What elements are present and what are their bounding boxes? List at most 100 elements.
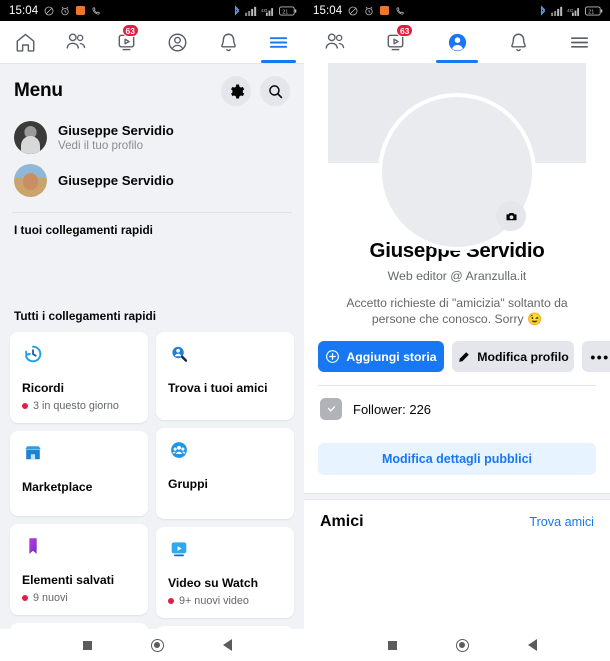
- status-bar-left-group: 15:04: [313, 5, 405, 17]
- recents-square-icon[interactable]: [82, 640, 92, 650]
- watch-badge: 63: [121, 24, 140, 37]
- home-circle-icon[interactable]: [150, 638, 164, 652]
- page-account-name: Giuseppe Servidio: [58, 173, 174, 188]
- status-bar-right: 15:04 4G 21: [304, 0, 610, 21]
- card-subtitle: 9 nuovi: [22, 592, 137, 604]
- svg-text:21: 21: [282, 9, 288, 15]
- profile-row[interactable]: Giuseppe Servidio Vedi il tuo profilo: [0, 116, 304, 162]
- alarm-icon: [365, 6, 373, 15]
- nav-watch-button[interactable]: 63: [365, 21, 426, 63]
- search-button[interactable]: [260, 76, 290, 106]
- camera-icon: [506, 212, 516, 220]
- left-phone-screen: 15:04 4G 21 63 Menu Giuseppe Servidio Ve…: [0, 0, 304, 661]
- follower-row[interactable]: Follower: 226: [304, 386, 610, 420]
- card-title: Gruppi: [168, 477, 208, 491]
- profile-job: Web editor @ Aranzulla.it: [387, 269, 527, 283]
- friends-icon: [66, 33, 86, 49]
- card-marketplace[interactable]: Marketplace: [10, 431, 148, 516]
- nav-notifications-button[interactable]: [488, 21, 549, 63]
- watch-video-icon: [168, 538, 283, 560]
- shortcut-cards-grid: Ricordi 3 in questo giorno Marketplace E…: [0, 323, 304, 629]
- signal-2-icon: 4G: [567, 7, 580, 16]
- nav-watch-button[interactable]: 63: [101, 21, 152, 63]
- edit-public-details-button[interactable]: Modifica dettagli pubblici: [318, 443, 596, 475]
- section-your-shortcuts: I tuoi collegamenti rapidi: [14, 223, 153, 237]
- card-ricordi[interactable]: Ricordi 3 in questo giorno: [10, 332, 148, 423]
- status-bar-left: 15:04 4G 21: [0, 0, 304, 21]
- friends-icon: [325, 33, 344, 49]
- card-trova-amici[interactable]: Trova i tuoi amici: [156, 332, 294, 420]
- profile-content: Giuseppe Servidio Web editor @ Aranzulla…: [304, 63, 610, 629]
- back-triangle-icon[interactable]: [527, 639, 537, 651]
- nav-notifications-button[interactable]: [203, 21, 254, 63]
- nav-menu-button[interactable]: [549, 21, 610, 63]
- nav-profile-button[interactable]: [152, 21, 203, 63]
- hamburger-icon: [570, 36, 588, 48]
- signal-2-icon: 4G: [261, 7, 274, 16]
- add-story-button[interactable]: Aggiungi storia: [318, 341, 444, 372]
- call-icon: [396, 6, 405, 15]
- groups-icon: [168, 439, 283, 461]
- red-dot-icon: [22, 403, 28, 409]
- card-elementi-salvati[interactable]: Elementi salvati 9 nuovi: [10, 524, 148, 615]
- shortcuts-empty-area: [0, 237, 304, 299]
- battery-icon: 21: [279, 5, 297, 16]
- avatar: [14, 164, 47, 197]
- page-title: Menu: [14, 80, 63, 101]
- plus-circle-icon: [326, 350, 340, 363]
- nav-profile-button[interactable]: [426, 21, 487, 63]
- card-title: Ricordi: [22, 381, 64, 395]
- card-gruppi[interactable]: Gruppi: [156, 428, 294, 519]
- facebook-top-nav-right: 63: [304, 21, 610, 63]
- mute-icon: [44, 6, 54, 15]
- menu-content: Menu Giuseppe Servidio Vedi il tuo profi…: [0, 64, 304, 629]
- find-friends-icon: [168, 343, 283, 365]
- profile-action-buttons: Aggiungi storia Modifica profilo •••: [304, 327, 610, 372]
- card-dating[interactable]: Dating: [10, 623, 148, 629]
- bell-icon: [510, 33, 526, 51]
- hamburger-icon: [270, 36, 288, 48]
- friends-section-header: Amici Trova amici: [304, 500, 610, 531]
- nav-friends-button[interactable]: [304, 21, 365, 63]
- profile-icon-filled: [448, 33, 466, 51]
- profile-photo-placeholder[interactable]: [378, 93, 536, 251]
- android-nav-bar-left: [0, 629, 304, 661]
- profile-bio: Accetto richieste di "amicizia" soltanto…: [346, 296, 568, 326]
- pencil-icon: [459, 351, 470, 362]
- orange-app-icon: [76, 6, 86, 15]
- svg-text:21: 21: [588, 9, 594, 15]
- friends-title: Amici: [320, 513, 364, 530]
- dual-screenshot: 15:04 4G 21 63 Menu Giuseppe Servidio Ve…: [0, 0, 610, 661]
- facebook-top-nav-left: 63: [0, 21, 304, 63]
- follower-label: Follower: 226: [353, 401, 432, 417]
- card-pagine[interactable]: Pagine 9 nuovi: [156, 626, 294, 629]
- status-time: 15:04: [9, 4, 39, 17]
- settings-button[interactable]: [221, 76, 251, 106]
- card-video-watch[interactable]: Video su Watch 9+ nuovi video: [156, 527, 294, 618]
- avatar: [14, 121, 47, 154]
- card-title: Video su Watch: [168, 576, 259, 590]
- nav-friends-button[interactable]: [51, 21, 102, 63]
- alarm-icon: [61, 6, 69, 15]
- card-title: Marketplace: [22, 480, 93, 494]
- section-all-shortcuts: Tutti i collegamenti rapidi: [14, 309, 157, 323]
- more-options-button[interactable]: •••: [582, 341, 610, 372]
- home-circle-icon[interactable]: [455, 638, 469, 652]
- watch-badge: 63: [395, 24, 414, 37]
- camera-button[interactable]: [496, 201, 526, 231]
- find-friends-link[interactable]: Trova amici: [529, 515, 594, 529]
- menu-header-actions: [221, 76, 290, 106]
- page-account-row[interactable]: Giuseppe Servidio: [0, 162, 304, 206]
- nav-menu-button[interactable]: [253, 21, 304, 63]
- memories-clock-icon: [22, 343, 137, 365]
- menu-header: Menu: [0, 64, 304, 116]
- recents-square-icon[interactable]: [387, 640, 397, 650]
- back-triangle-icon[interactable]: [222, 639, 232, 651]
- edit-profile-label: Modifica profilo: [477, 349, 569, 364]
- add-story-label: Aggiungi storia: [346, 349, 437, 364]
- status-bar-left-group: 15:04: [9, 5, 101, 17]
- nav-home-button[interactable]: [0, 21, 51, 63]
- edit-profile-button[interactable]: Modifica profilo: [452, 341, 574, 372]
- call-icon: [92, 6, 101, 15]
- home-icon: [16, 33, 35, 52]
